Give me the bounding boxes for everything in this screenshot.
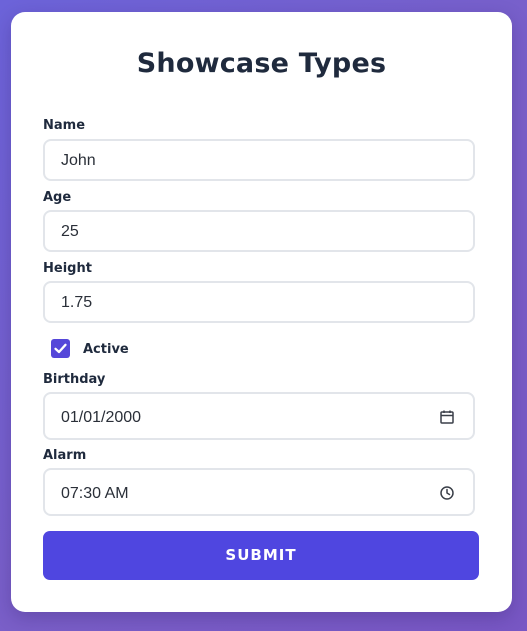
age-input[interactable]: 25 [43,210,475,252]
birthday-value: 01/01/2000 [61,409,142,426]
form-title: Showcase Types [136,48,387,79]
active-checkbox[interactable] [51,339,70,358]
alarm-label: Alarm [43,448,87,463]
clock-icon[interactable] [439,485,455,501]
calendar-icon[interactable] [439,409,455,425]
alarm-time-input[interactable]: 07:30 AM [43,468,475,516]
form-card: Showcase Types Name John Age 25 Height 1… [11,12,512,612]
name-value: John [61,152,96,169]
age-value: 25 [61,223,79,240]
birthday-label: Birthday [43,372,106,387]
active-label[interactable]: Active [83,342,129,357]
alarm-value: 07:30 AM [61,485,129,502]
checkmark-icon [54,343,67,354]
name-input[interactable]: John [43,139,475,181]
height-label: Height [43,261,92,276]
name-label: Name [43,118,86,133]
age-label: Age [43,190,72,205]
height-input[interactable]: 1.75 [43,281,475,323]
submit-button[interactable]: SUBMIT [43,531,479,580]
birthday-date-input[interactable]: 01/01/2000 [43,392,475,440]
height-value: 1.75 [61,294,93,311]
